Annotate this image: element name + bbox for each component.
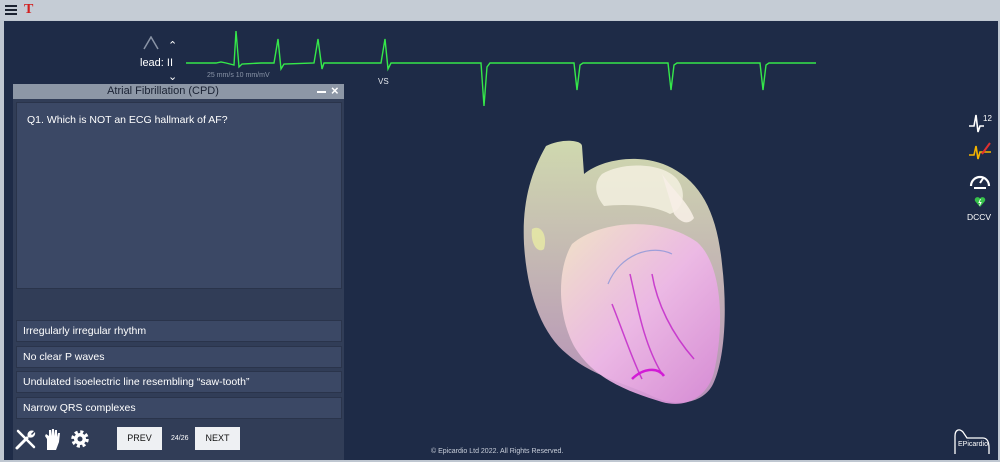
answer-option[interactable]: Undulated isoelectric line resembling “s… bbox=[16, 371, 342, 393]
ecg-pen-icon[interactable] bbox=[968, 140, 992, 162]
settings-gear-icon[interactable] bbox=[69, 428, 91, 450]
answer-option[interactable]: Narrow QRS complexes bbox=[16, 397, 342, 419]
answer-option[interactable]: Irregularly irregular rhythm bbox=[16, 320, 342, 342]
hand-icon[interactable] bbox=[41, 427, 63, 451]
lead-caret-icon bbox=[143, 36, 159, 50]
close-button[interactable]: × bbox=[331, 83, 339, 98]
t-icon[interactable]: T bbox=[24, 2, 33, 18]
lead-down-chevron-icon[interactable]: ⌄ bbox=[168, 72, 177, 83]
minimize-button[interactable] bbox=[317, 91, 326, 93]
panel-title: Atrial Fibrillation (CPD) bbox=[107, 85, 219, 97]
twelve-lead-label: 12 bbox=[983, 114, 992, 123]
answer-option[interactable]: No clear P waves bbox=[16, 346, 342, 368]
logo-text: EPicardio bbox=[958, 441, 988, 448]
quiz-panel: Atrial Fibrillation (CPD) × Q1. Which is… bbox=[13, 83, 344, 460]
simulator-viewport: ⌃ lead: II ⌄ 25 mm/s 10 mm/mV VS Atrial … bbox=[4, 21, 998, 460]
question-box: Q1. Which is NOT an ECG hallmark of AF? bbox=[16, 102, 342, 289]
twelve-lead-ecg-icon[interactable]: 12 bbox=[968, 112, 992, 134]
question-text: Q1. Which is NOT an ECG hallmark of AF? bbox=[27, 114, 228, 126]
dccv-heart-icon[interactable] bbox=[974, 196, 986, 208]
ecg-scale-label: 25 mm/s 10 mm/mV bbox=[207, 72, 270, 79]
lead-label: lead: II bbox=[140, 57, 174, 69]
tools-icon[interactable] bbox=[14, 427, 38, 451]
heart-3d-model[interactable] bbox=[512, 134, 742, 416]
lead-up-chevron-icon[interactable]: ⌃ bbox=[168, 41, 177, 52]
page-counter: 24/26 bbox=[171, 435, 189, 442]
dccv-label: DCCV bbox=[967, 212, 992, 222]
menu-icon[interactable] bbox=[5, 5, 17, 15]
top-bar: T bbox=[0, 0, 1000, 20]
panel-title-bar[interactable]: Atrial Fibrillation (CPD) × bbox=[13, 83, 344, 99]
prev-button[interactable]: PREV bbox=[117, 427, 162, 450]
ecg-vs-label: VS bbox=[378, 77, 389, 86]
next-button[interactable]: NEXT bbox=[195, 427, 240, 450]
copyright-text: © Epicardio Ltd 2022. All Rights Reserve… bbox=[431, 448, 564, 455]
gauge-icon[interactable] bbox=[968, 169, 992, 191]
